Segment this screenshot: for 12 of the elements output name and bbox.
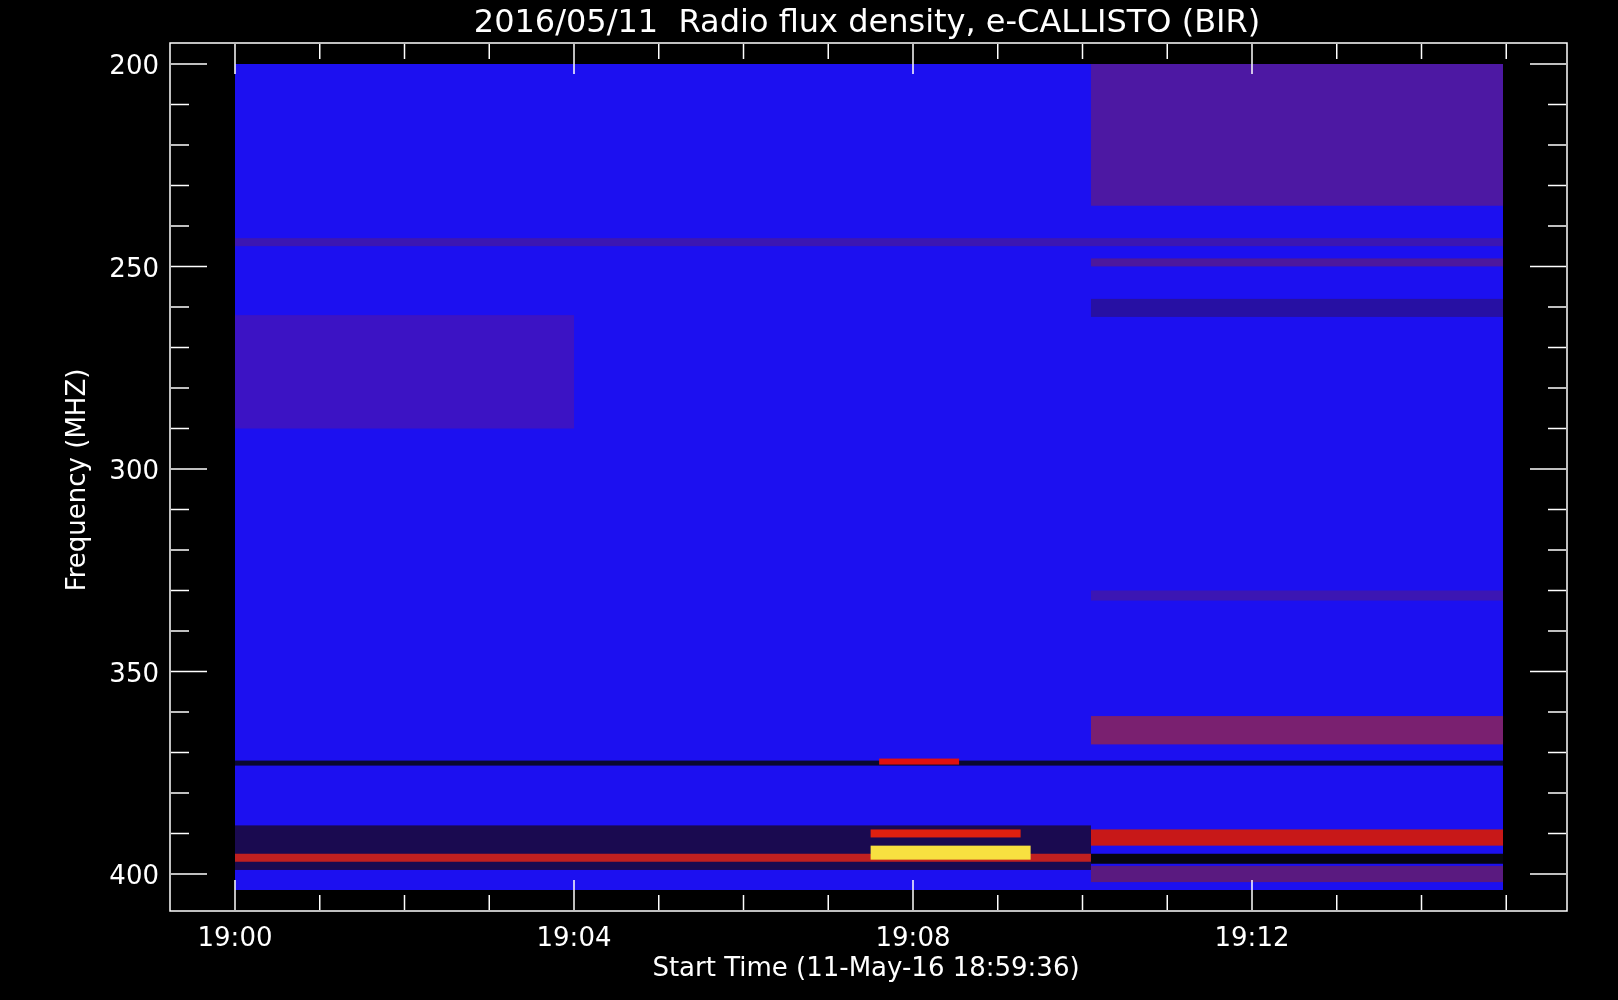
chart-title: 2016/05/11 Radio flux density, e-CALLISTO (BIR) — [473, 2, 1261, 40]
x-tick-label: 19:08 — [875, 922, 951, 952]
y-tick-label: 250 — [109, 252, 159, 283]
x-tick-label: 19:04 — [536, 922, 612, 952]
x-tick-label: 19:00 — [197, 922, 273, 952]
y-tick-label: 350 — [109, 657, 159, 688]
x-axis-label: Start Time (11-May-16 18:59:36) — [652, 952, 1080, 982]
x-tick-label: 19:12 — [1214, 922, 1290, 952]
y-tick-label: 200 — [109, 50, 159, 80]
y-tick-label: 400 — [109, 860, 159, 890]
y-axis-label: Frequency (MHZ) — [61, 368, 91, 592]
y-tick-label: 300 — [109, 455, 159, 485]
